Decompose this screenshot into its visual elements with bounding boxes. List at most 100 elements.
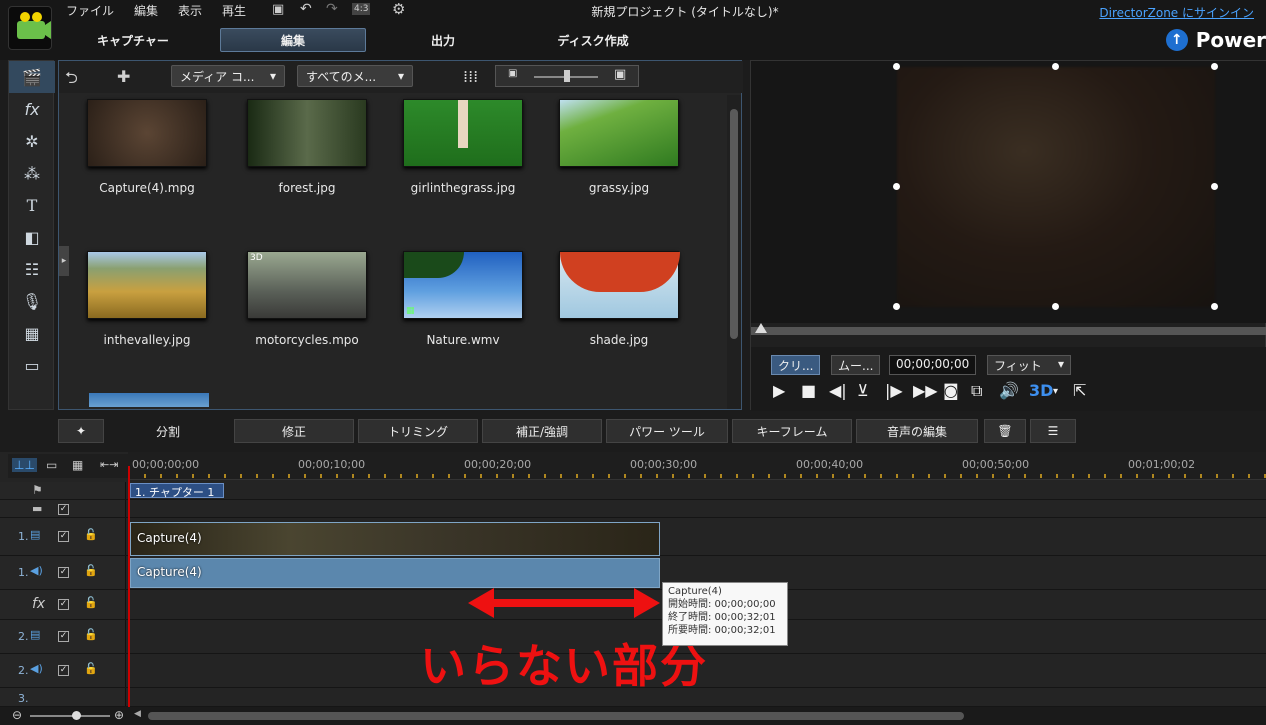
slider-handle[interactable] xyxy=(564,70,570,82)
fix-button[interactable]: 修正 xyxy=(234,419,354,443)
track-enable-checkbox[interactable]: ✓ xyxy=(58,531,69,542)
expand-panel-arrow-icon[interactable]: ▸ xyxy=(59,246,69,276)
transition-room-icon[interactable]: ◧ xyxy=(9,221,55,253)
media-filter-dropdown[interactable]: すべてのメ... ▾ xyxy=(297,65,413,87)
media-item-forest[interactable]: forest.jpg xyxy=(245,99,369,195)
undock-preview-icon[interactable]: ⇱ xyxy=(1073,381,1086,400)
tab-edit[interactable]: 編集 xyxy=(220,28,366,52)
chapter-room-icon[interactable]: ▦ xyxy=(9,317,55,349)
subtitle-room-icon[interactable]: ▭ xyxy=(9,349,55,381)
3d-mode-button[interactable]: 3D xyxy=(1029,381,1053,400)
zoom-slider-handle[interactable] xyxy=(72,711,81,720)
timeline-view-icon[interactable]: ⊥⊥ xyxy=(12,458,37,472)
directorzone-signin-link[interactable]: DirectorZone にサインイン xyxy=(1099,4,1254,21)
resize-handle[interactable] xyxy=(893,183,900,190)
seek-handle[interactable] xyxy=(755,323,767,333)
play-icon[interactable]: ▶ xyxy=(773,381,785,400)
media-item-shade[interactable]: shade.jpg xyxy=(557,251,681,347)
resize-handle[interactable] xyxy=(1211,303,1218,310)
undo-icon[interactable]: ↶ xyxy=(300,1,312,17)
audio-mixing-room-icon[interactable]: ☷ xyxy=(9,253,55,285)
magic-tools-icon[interactable]: ✦ xyxy=(58,419,104,443)
timeline-ruler[interactable]: 00;00;00;00 00;00;10;00 00;00;20;00 00;0… xyxy=(128,452,1266,480)
menu-view[interactable]: 表示 xyxy=(178,2,202,19)
fit-dropdown[interactable]: フィット ▾ xyxy=(987,355,1071,375)
movie-mode-button[interactable]: ムー... xyxy=(831,355,881,375)
volume-icon[interactable]: 🔊 xyxy=(999,381,1019,400)
resize-handle[interactable] xyxy=(1211,183,1218,190)
redo-icon[interactable]: ↷ xyxy=(326,1,338,17)
settings-gear-icon[interactable]: ⚙ xyxy=(392,0,405,18)
media-item-inthevalley[interactable]: inthevalley.jpg xyxy=(85,251,209,347)
save-icon[interactable]: ▣ xyxy=(272,2,284,17)
resize-handle[interactable] xyxy=(1211,63,1218,70)
media-item-capture[interactable]: Capture(4).mpg xyxy=(85,99,209,195)
track-manager-icon[interactable]: ☰ xyxy=(1030,419,1076,443)
media-item-girlinthegrass[interactable]: girlinthegrass.jpg xyxy=(401,99,525,195)
delete-trash-icon[interactable]: 🗑 xyxy=(984,419,1026,443)
media-item-nature[interactable]: ▦ Nature.wmv xyxy=(401,251,525,347)
timeline-scrollbar-thumb[interactable] xyxy=(148,712,964,720)
library-scrollbar[interactable] xyxy=(727,95,741,409)
track-enable-checkbox[interactable]: ✓ xyxy=(58,665,69,676)
playhead[interactable] xyxy=(128,466,130,719)
plugin-puzzle-icon[interactable]: ✚ xyxy=(117,67,130,86)
menu-play[interactable]: 再生 xyxy=(222,2,246,19)
fit-timeline-icon[interactable]: ⇤⇥ xyxy=(100,458,118,471)
media-content-dropdown[interactable]: メディア コ... ▾ xyxy=(171,65,285,87)
media-item-grassy[interactable]: grassy.jpg xyxy=(557,99,681,195)
zoom-in-icon[interactable]: ⊕ xyxy=(114,708,124,722)
track-enable-checkbox[interactable]: ✓ xyxy=(58,567,69,578)
stop-icon[interactable]: ■ xyxy=(801,381,816,400)
menu-file[interactable]: ファイル xyxy=(66,2,114,19)
preview-seek-bar[interactable] xyxy=(751,323,1266,335)
tab-capture[interactable]: キャプチャー xyxy=(60,28,206,52)
display-mode-icon[interactable]: ⧉ xyxy=(971,381,982,401)
trim-button[interactable]: トリミング xyxy=(358,419,478,443)
fast-forward-icon[interactable]: ▶▶ xyxy=(913,381,938,400)
resize-handle[interactable] xyxy=(893,63,900,70)
lock-icon[interactable]: 🔓 xyxy=(84,596,98,609)
next-frame-icon[interactable]: |▶ xyxy=(885,381,903,400)
resize-handle[interactable] xyxy=(893,303,900,310)
split-button[interactable]: 分割 xyxy=(108,419,228,443)
lock-icon[interactable]: 🔓 xyxy=(84,564,98,577)
effect-room-icon[interactable]: fx xyxy=(9,93,55,125)
track-enable-checkbox[interactable]: ✓ xyxy=(58,631,69,642)
snapshot-camera-icon[interactable]: ◙ xyxy=(943,381,959,400)
resize-handle[interactable] xyxy=(1052,303,1059,310)
menu-edit[interactable]: 編集 xyxy=(134,2,158,19)
brand-logo[interactable]: ↑ Power xyxy=(1165,28,1266,52)
media-room-icon[interactable]: 🎬 xyxy=(9,61,55,93)
aspect-ratio-button[interactable]: 4:3 xyxy=(352,3,371,15)
audio-edit-button[interactable]: 音声の編集 xyxy=(856,419,978,443)
scrollbar-thumb[interactable] xyxy=(730,109,738,339)
title-room-icon[interactable]: T xyxy=(9,189,55,221)
power-tools-button[interactable]: パワー ツール xyxy=(606,419,728,443)
track-enable-checkbox[interactable]: ✓ xyxy=(58,504,69,515)
lock-icon[interactable]: 🔓 xyxy=(84,628,98,641)
pip-object-room-icon[interactable]: ✲ xyxy=(9,125,55,157)
media-item-motorcycles[interactable]: 3D motorcycles.mpo xyxy=(245,251,369,347)
lock-icon[interactable]: 🔓 xyxy=(84,662,98,675)
split-marker-icon[interactable]: ⊻ xyxy=(857,381,869,400)
tab-output[interactable]: 出力 xyxy=(370,28,516,52)
zoom-slider[interactable] xyxy=(30,715,110,717)
grid-view-icon[interactable]: ⁞⁞⁞ xyxy=(463,67,478,86)
voiceover-microphone-icon[interactable]: 🎙 xyxy=(9,285,55,317)
video-clip[interactable]: Capture(4) xyxy=(130,522,660,556)
zoom-out-icon[interactable]: ⊖ xyxy=(12,708,22,722)
enhance-button[interactable]: 補正/強調 xyxy=(482,419,602,443)
lock-icon[interactable]: 🔓 xyxy=(84,528,98,541)
add-track-icon[interactable]: ▦ xyxy=(72,458,83,472)
timecode-display[interactable]: 00;00;00;00 xyxy=(889,355,977,375)
preview-frame[interactable] xyxy=(897,67,1215,307)
keyframe-button[interactable]: キーフレーム xyxy=(732,419,852,443)
audio-clip[interactable]: Capture(4) xyxy=(130,558,660,588)
particle-room-icon[interactable]: ⁂ xyxy=(9,157,55,189)
chevron-down-icon[interactable]: ▾ xyxy=(1053,386,1058,397)
thumbnail-size-slider[interactable]: ▣ ▣ xyxy=(495,65,639,87)
scroll-left-arrow-icon[interactable]: ◀ xyxy=(134,709,141,719)
chapter-marker[interactable]: 1. チャプター 1 xyxy=(130,483,224,499)
tab-disc-creation[interactable]: ディスク作成 xyxy=(520,28,666,52)
